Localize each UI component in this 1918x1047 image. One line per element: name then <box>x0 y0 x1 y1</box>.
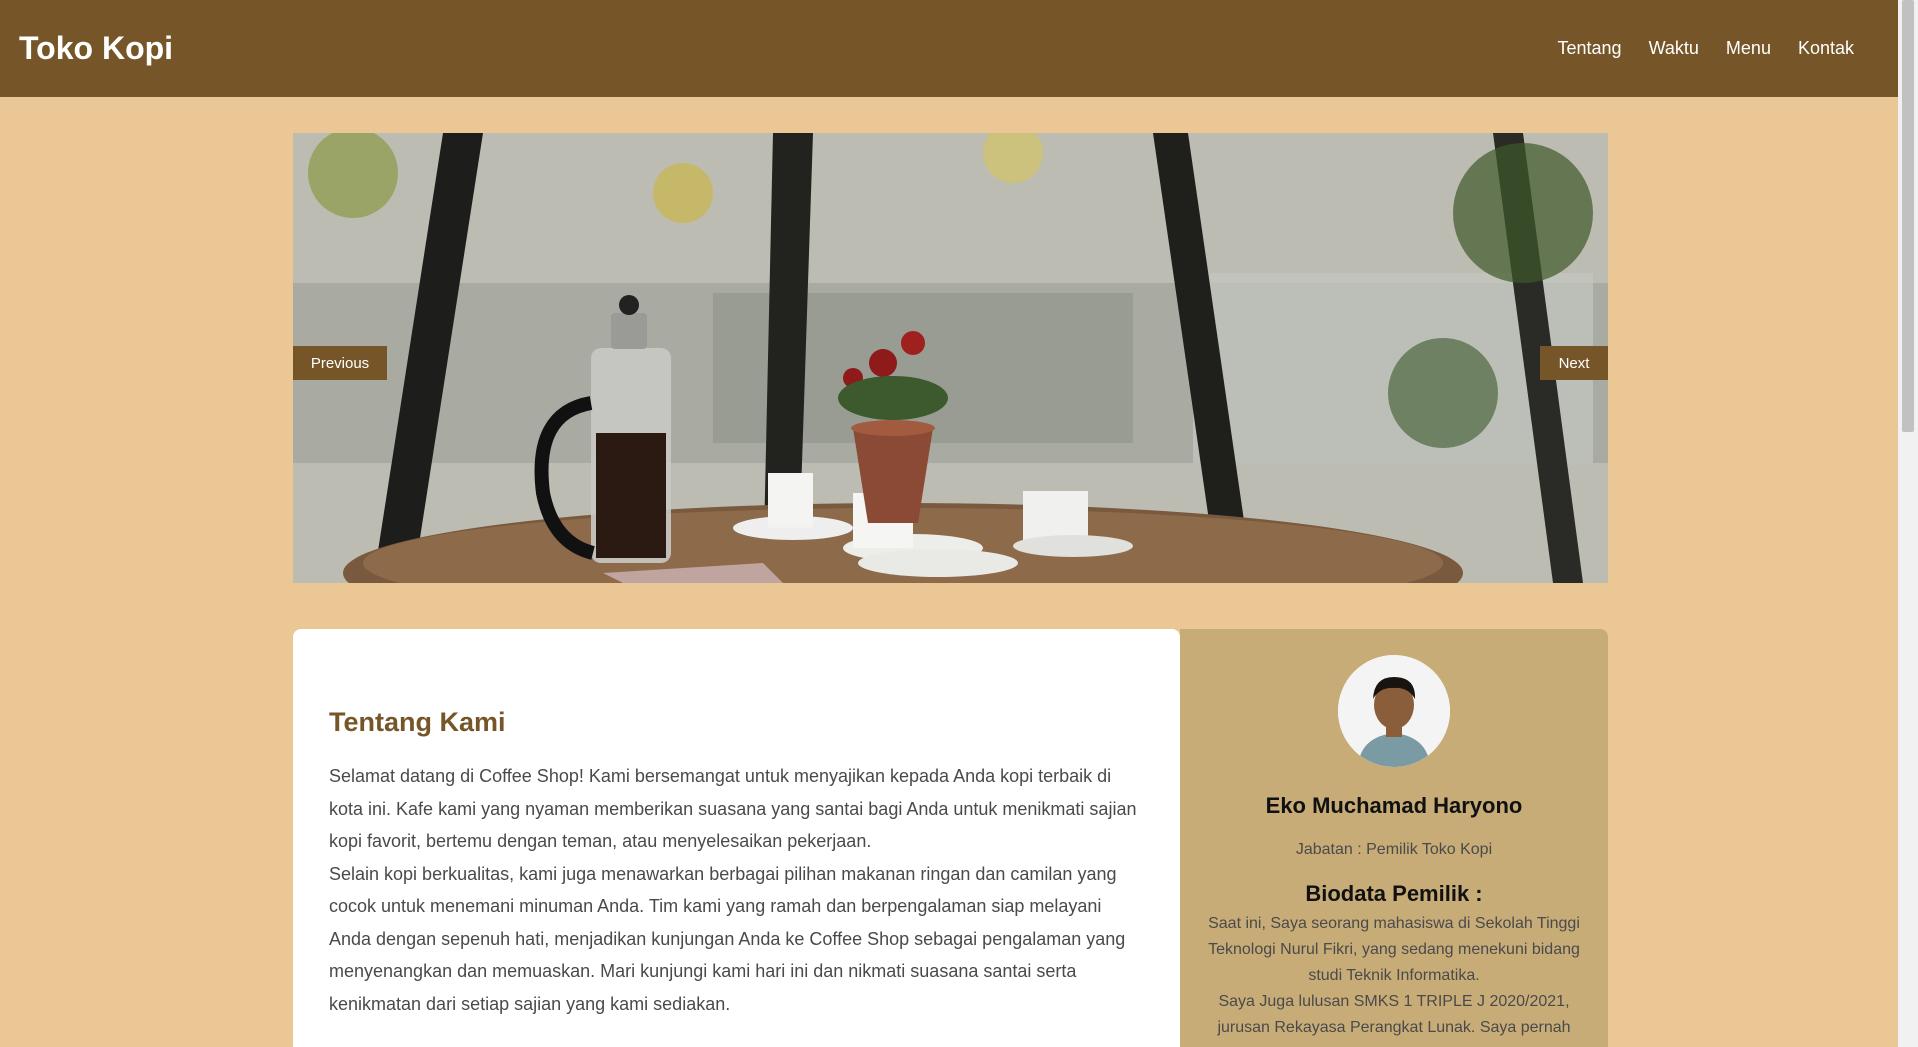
owner-role: Jabatan : Pemilik Toko Kopi <box>1295 841 1493 858</box>
navbar: Toko Kopi Tentang Waktu Menu Kontak <box>0 0 1898 97</box>
carousel-next-button[interactable]: Next <box>1540 346 1608 380</box>
about-section: Tentang Kami Selamat datang di Coffee Sh… <box>293 629 1180 1047</box>
nav-link-waktu[interactable]: Waktu <box>1649 38 1699 59</box>
owner-profile-card: Eko Muchamad Haryono Jabatan : Pemilik T… <box>1180 629 1608 1047</box>
brand-logo[interactable]: Toko Kopi <box>19 30 173 67</box>
about-title: Tentang Kami <box>329 707 506 737</box>
nav-link-menu[interactable]: Menu <box>1726 38 1771 59</box>
scrollbar-thumb[interactable] <box>1902 0 1914 432</box>
bio-text-1: Saat ini, Saya seorang mahasiswa di Seko… <box>1208 915 1580 984</box>
nav-link-kontak[interactable]: Kontak <box>1798 38 1854 59</box>
carousel-prev-button[interactable]: Previous <box>293 346 387 380</box>
bio-title: Biodata Pemilik : <box>1305 881 1483 906</box>
hero-carousel: Previous Next <box>293 133 1608 583</box>
about-paragraph: Selamat datang di Coffee Shop! Kami bers… <box>329 766 1137 851</box>
bio-text-2: Saya Juga lulusan SMKS 1 TRIPLE J 2020/2… <box>1217 993 1571 1036</box>
avatar <box>1338 655 1450 767</box>
hero-image <box>293 133 1608 583</box>
owner-name: Eko Muchamad Haryono <box>1265 793 1523 818</box>
nav-link-tentang[interactable]: Tentang <box>1558 38 1622 59</box>
scrollbar[interactable] <box>1898 0 1918 1047</box>
about-paragraph-2: Selain kopi berkualitas, kami juga menaw… <box>329 863 1126 1014</box>
nav-links: Tentang Waktu Menu Kontak <box>1531 38 1854 59</box>
